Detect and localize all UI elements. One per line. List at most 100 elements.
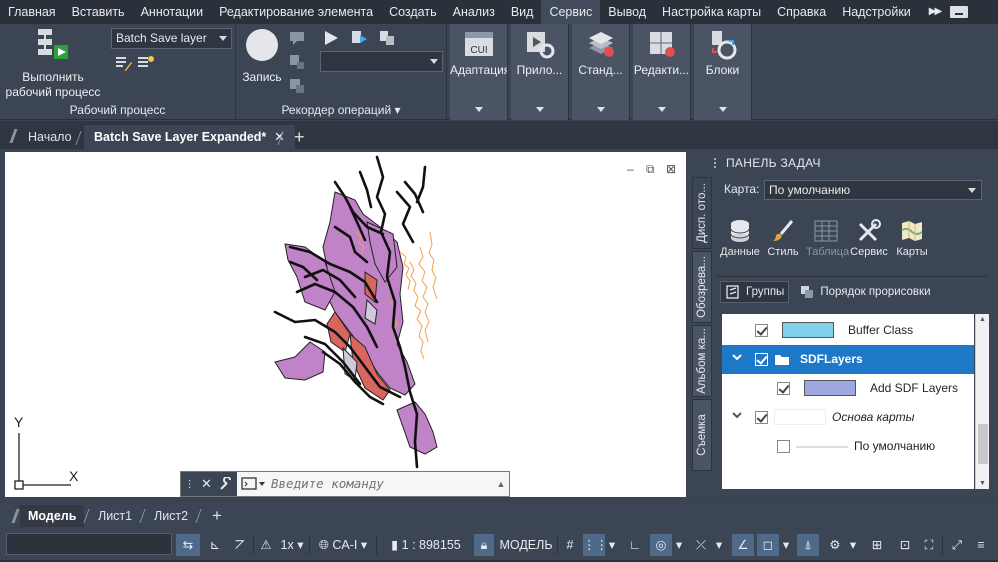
tab-map-explorer[interactable]: Обозрева... xyxy=(692,251,712,323)
ortho-icon[interactable]: ⊾ xyxy=(203,534,227,556)
edit-tile[interactable]: Редакти... xyxy=(633,24,691,120)
layer-tree-scrollbar[interactable]: ▲ ▼ xyxy=(975,314,989,489)
hardware-acceleration-icon[interactable]: ⊡ xyxy=(894,534,916,556)
menu-analyze[interactable]: Анализ xyxy=(445,0,503,24)
menu-map-setup[interactable]: Настройка карты xyxy=(654,0,769,24)
transparency-icon[interactable]: ◻ xyxy=(757,534,779,556)
drawing-canvas[interactable]: – ⧉ ⊠ Y X xyxy=(5,152,686,497)
lock-icon[interactable]: 🔒︎ xyxy=(474,534,494,556)
run-workflow-button[interactable]: Выполнить рабочий процесс xyxy=(4,27,102,100)
isolate-objects-icon[interactable]: ⛶ xyxy=(918,534,940,556)
play-settings-icon[interactable] xyxy=(350,29,368,47)
chevron-down-icon[interactable]: ▾ xyxy=(846,534,860,556)
layer-default[interactable]: По умолчанию xyxy=(722,432,974,461)
table-button[interactable]: Таблица xyxy=(806,218,849,258)
close-icon[interactable]: ✕ xyxy=(201,476,212,492)
blocks-tile[interactable]: Блоки xyxy=(694,24,752,120)
maps-button[interactable]: Карты xyxy=(892,218,932,258)
tab-sheet2[interactable]: Лист2 xyxy=(146,505,196,527)
wrench-icon[interactable] xyxy=(219,477,233,491)
infer-constraints-icon[interactable]: ∟ xyxy=(624,534,646,556)
menu-help[interactable]: Справка xyxy=(769,0,834,24)
chevron-down-icon[interactable]: ▾ xyxy=(712,534,726,556)
applications-tile[interactable]: Прило... xyxy=(511,24,569,120)
tab-active-drawing[interactable]: Batch Save Layer Expanded*✕ xyxy=(84,125,295,149)
annotation-scale-button[interactable]: 1x ▾ xyxy=(276,534,308,556)
command-line-grip[interactable]: ⋮ xyxy=(185,479,195,490)
annotation-scale-icon[interactable]: ⚠ xyxy=(256,534,276,556)
double-chevron-right-icon[interactable]: ▶▶ xyxy=(925,0,944,24)
gear-icon[interactable]: ⚙ xyxy=(824,534,846,556)
object-snap-tracking-icon[interactable]: ⤫ xyxy=(690,534,712,556)
command-history-icon[interactable]: ▲ xyxy=(493,479,509,489)
menu-home[interactable]: Главная xyxy=(0,0,64,24)
macro-manager-icon[interactable] xyxy=(288,77,306,95)
chevron-down-icon[interactable]: ▾ xyxy=(605,534,619,556)
layer-group-sdflayers[interactable]: SDFLayers xyxy=(722,345,974,374)
layer-visibility-checkbox[interactable] xyxy=(755,411,768,424)
menu-create[interactable]: Создать xyxy=(381,0,445,24)
macro-select[interactable] xyxy=(320,51,443,72)
comment-icon[interactable] xyxy=(288,29,306,47)
menu-feature-edit[interactable]: Редактирование элемента xyxy=(211,0,381,24)
recorder-group-title[interactable]: Рекордер операций ▾ xyxy=(236,103,446,117)
tools-button[interactable]: Сервис xyxy=(849,218,889,258)
menu-icon[interactable]: ≡ xyxy=(970,534,992,556)
polar-icon[interactable]: ⦢ xyxy=(229,534,251,556)
workflow-select[interactable]: Batch Save layer xyxy=(111,28,232,49)
tab-model[interactable]: Модель xyxy=(20,505,85,527)
new-layout-button[interactable]: + xyxy=(204,505,230,527)
customize-tile[interactable]: CUI Адаптация xyxy=(450,24,508,120)
annotation-visibility-icon[interactable]: ⍋ xyxy=(797,534,819,556)
chevron-down-icon[interactable]: ▾ xyxy=(672,534,686,556)
grid-icon[interactable]: # xyxy=(560,534,580,556)
chevron-down-icon[interactable]: ▾ xyxy=(779,534,793,556)
menu-view[interactable]: Вид xyxy=(503,0,542,24)
edit-workflow-icon[interactable] xyxy=(115,55,133,73)
scroll-up-icon[interactable]: ▲ xyxy=(979,316,986,323)
layer-visibility-checkbox[interactable] xyxy=(777,440,790,453)
menu-addins[interactable]: Надстройки xyxy=(834,0,919,24)
layer-add-sdf-layers[interactable]: Add SDF Layers xyxy=(722,374,974,403)
layer-group-base-map[interactable]: Основа карты xyxy=(722,403,974,432)
menu-insert[interactable]: Вставить xyxy=(64,0,133,24)
ribbon-minimize-icon[interactable] xyxy=(950,6,969,18)
new-workflow-icon[interactable] xyxy=(137,55,155,73)
menu-tools[interactable]: Сервис xyxy=(541,0,601,24)
tab-start[interactable]: Начало xyxy=(18,125,82,149)
chevron-down-icon[interactable] xyxy=(732,410,742,420)
macro-settings-icon[interactable] xyxy=(288,53,306,71)
layer-visibility-checkbox[interactable] xyxy=(755,353,768,366)
menu-annotate[interactable]: Аннотации xyxy=(133,0,211,24)
layer-visibility-checkbox[interactable] xyxy=(777,382,790,395)
style-button[interactable]: Стиль xyxy=(763,218,803,258)
layer-visibility-checkbox[interactable] xyxy=(755,324,768,337)
command-input[interactable] xyxy=(267,472,493,496)
isodraft-icon[interactable]: ◎ xyxy=(650,534,672,556)
dynamic-input-icon[interactable]: ⇆ xyxy=(176,534,200,556)
model-space-button[interactable]: МОДЕЛЬ xyxy=(497,534,555,556)
play-icon[interactable] xyxy=(322,29,340,47)
tab-display-manager[interactable]: Дисп. ото... xyxy=(692,177,712,249)
scroll-down-icon[interactable]: ▼ xyxy=(979,480,986,487)
groups-button[interactable]: Группы xyxy=(720,281,790,303)
chevron-down-icon[interactable] xyxy=(732,352,742,362)
data-button[interactable]: Данные xyxy=(720,218,760,258)
draw-order-button[interactable]: Порядок прорисовки xyxy=(799,284,931,300)
tab-sheet1[interactable]: Лист1 xyxy=(90,505,140,527)
tab-survey[interactable]: Съемка xyxy=(692,399,712,471)
lineweight-icon[interactable]: ∠ xyxy=(732,534,754,556)
tab-map-book[interactable]: Альбом ка... xyxy=(692,325,712,397)
map-scale-button[interactable]: ▮ 1 : 898155 xyxy=(380,534,472,556)
map-select[interactable]: По умолчанию xyxy=(764,180,982,200)
menu-output[interactable]: Вывод xyxy=(600,0,654,24)
fullscreen-icon[interactable]: ⤢ xyxy=(946,534,968,556)
coordinate-system-button[interactable]: 🌐︎ CA-I ▾ xyxy=(312,534,374,556)
command-prompt-icon[interactable] xyxy=(241,477,267,491)
macro-list-icon[interactable] xyxy=(378,29,396,47)
new-tab-button[interactable]: + xyxy=(284,125,315,149)
coordinates-display[interactable] xyxy=(6,533,172,555)
snap-icon[interactable]: ⋮⋮ xyxy=(583,534,608,556)
standards-tile[interactable]: Станд... xyxy=(572,24,630,120)
task-pane-grip[interactable] xyxy=(714,158,720,168)
